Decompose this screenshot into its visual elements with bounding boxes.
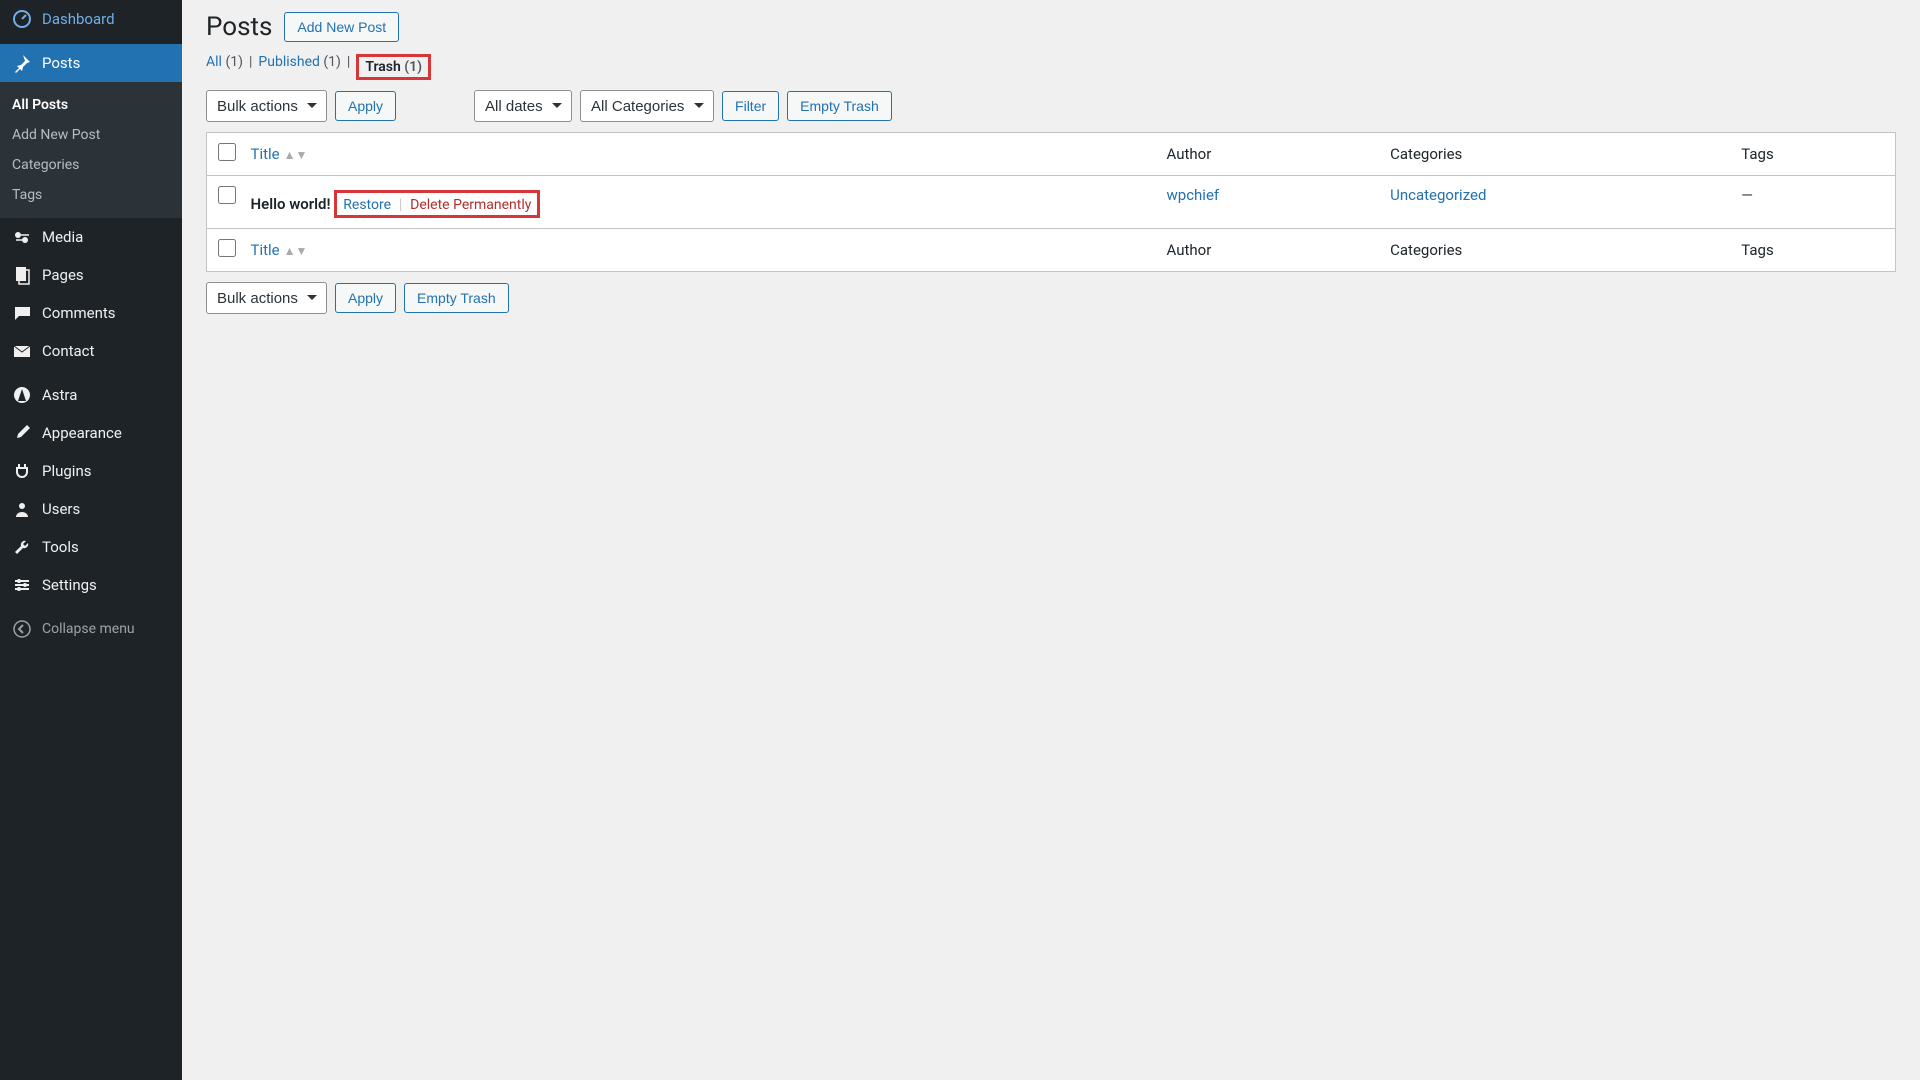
menu-label: Plugins	[42, 462, 91, 480]
tablenav-top: Bulk actions Apply All dates All Categor…	[206, 90, 1896, 122]
select-all-bottom[interactable]	[218, 239, 236, 257]
page-header: Posts Add New Post	[206, 12, 1896, 42]
collapse-menu[interactable]: Collapse menu	[0, 610, 182, 648]
menu-astra[interactable]: Astra	[0, 376, 182, 414]
dashboard-icon	[12, 9, 32, 29]
bulk-actions-select-top[interactable]: Bulk actions	[206, 90, 327, 122]
col-categories-header[interactable]: Categories	[1378, 133, 1729, 176]
select-all-top[interactable]	[218, 143, 236, 161]
submenu-categories[interactable]: Categories	[0, 150, 182, 180]
menu-users[interactable]: Users	[0, 490, 182, 528]
view-filter-list: All (1) | Published (1) | Trash (1)	[206, 54, 1896, 80]
dates-filter-select[interactable]: All dates	[474, 90, 572, 122]
post-title: Hello world!	[251, 195, 331, 213]
menu-label: Settings	[42, 576, 97, 594]
posts-submenu: All Posts Add New Post Categories Tags	[0, 82, 182, 218]
categories-filter-select[interactable]: All Categories	[580, 90, 714, 122]
page-title: Posts	[206, 12, 272, 42]
menu-label: Pages	[42, 266, 84, 284]
pin-icon	[12, 53, 32, 73]
restore-link[interactable]: Restore	[343, 197, 391, 213]
admin-sidebar: Dashboard Posts All Posts Add New Post C…	[0, 0, 182, 1080]
author-link[interactable]: wpchief	[1167, 186, 1220, 204]
menu-label: Users	[42, 500, 80, 518]
envelope-icon	[12, 341, 32, 361]
media-icon	[12, 227, 32, 247]
posts-table: Title▲▼ Author Categories Tags Hello wor…	[206, 132, 1896, 272]
col-tags-header[interactable]: Tags	[1729, 133, 1895, 176]
tags-cell: —	[1729, 176, 1895, 229]
view-trash[interactable]: Trash (1)	[356, 54, 431, 80]
col-tags-footer[interactable]: Tags	[1729, 229, 1895, 272]
delete-permanently-link[interactable]: Delete Permanently	[410, 197, 531, 213]
empty-trash-button-top[interactable]: Empty Trash	[787, 91, 892, 121]
submenu-tags[interactable]: Tags	[0, 180, 182, 210]
menu-plugins[interactable]: Plugins	[0, 452, 182, 490]
table-row: Hello world! Restore | Delete Permanentl…	[207, 176, 1896, 229]
filter-button[interactable]: Filter	[722, 91, 779, 121]
wrench-icon	[12, 537, 32, 557]
menu-tools[interactable]: Tools	[0, 528, 182, 566]
col-author-header[interactable]: Author	[1155, 133, 1379, 176]
menu-media[interactable]: Media	[0, 218, 182, 256]
apply-button-top[interactable]: Apply	[335, 91, 396, 121]
col-categories-footer[interactable]: Categories	[1378, 229, 1729, 272]
menu-comments[interactable]: Comments	[0, 294, 182, 332]
row-checkbox[interactable]	[218, 186, 236, 204]
col-author-footer[interactable]: Author	[1155, 229, 1379, 272]
bulk-actions-select-bottom[interactable]: Bulk actions	[206, 282, 327, 314]
plug-icon	[12, 461, 32, 481]
menu-label: Media	[42, 228, 83, 246]
sort-icon: ▲▼	[284, 149, 308, 161]
menu-label: Comments	[42, 304, 116, 322]
menu-dashboard[interactable]: Dashboard	[0, 0, 182, 38]
menu-label: Posts	[42, 54, 80, 72]
col-title-header[interactable]: Title▲▼	[239, 133, 1155, 176]
category-link[interactable]: Uncategorized	[1390, 186, 1486, 204]
collapse-label: Collapse menu	[42, 621, 135, 637]
empty-trash-button-bottom[interactable]: Empty Trash	[404, 283, 509, 313]
menu-label: Astra	[42, 386, 77, 404]
tablenav-bottom: Bulk actions Apply Empty Trash	[206, 282, 1896, 314]
menu-appearance[interactable]: Appearance	[0, 414, 182, 452]
apply-button-bottom[interactable]: Apply	[335, 283, 396, 313]
menu-label: Contact	[42, 342, 94, 360]
row-actions: Restore | Delete Permanently	[334, 190, 540, 218]
brush-icon	[12, 423, 32, 443]
comments-icon	[12, 303, 32, 323]
sort-icon: ▲▼	[284, 245, 308, 257]
submenu-all-posts[interactable]: All Posts	[0, 90, 182, 120]
pages-icon	[12, 265, 32, 285]
menu-posts[interactable]: Posts	[0, 44, 182, 82]
submenu-add-new-post[interactable]: Add New Post	[0, 120, 182, 150]
menu-settings[interactable]: Settings	[0, 566, 182, 604]
menu-label: Tools	[42, 538, 79, 556]
sliders-icon	[12, 575, 32, 595]
add-new-post-button[interactable]: Add New Post	[284, 12, 399, 42]
view-all[interactable]: All (1)	[206, 54, 243, 80]
menu-contact[interactable]: Contact	[0, 332, 182, 370]
menu-pages[interactable]: Pages	[0, 256, 182, 294]
astra-icon	[12, 385, 32, 405]
view-published[interactable]: Published (1)	[258, 54, 341, 80]
col-title-footer[interactable]: Title▲▼	[239, 229, 1155, 272]
menu-label: Appearance	[42, 424, 122, 442]
main-content: Posts Add New Post All (1) | Published (…	[182, 0, 1920, 336]
users-icon	[12, 499, 32, 519]
menu-label: Dashboard	[42, 10, 115, 28]
collapse-icon	[12, 619, 32, 639]
